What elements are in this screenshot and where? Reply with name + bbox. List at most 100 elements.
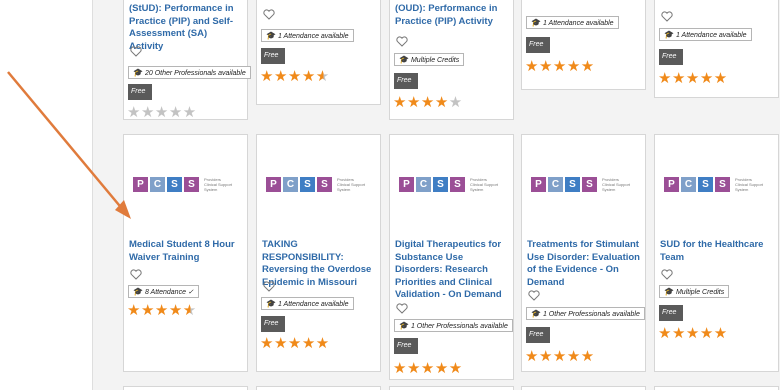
pcss-logo: PCSS Providers Clinical Support System xyxy=(664,175,765,193)
course-title[interactable]: Medical Student 8 Hour Waiver Training xyxy=(129,239,243,264)
credit-tag: 🎓 1 Attendance available xyxy=(261,297,354,310)
logo-letter: C xyxy=(283,176,298,192)
logo-tagline: Providers Clinical Support System xyxy=(602,176,631,192)
course-card[interactable]: PCSS Providers Clinical Support System S… xyxy=(654,134,779,372)
graduation-cap-icon: 🎓 xyxy=(531,18,541,27)
heart-icon[interactable] xyxy=(396,36,408,47)
heart-icon[interactable] xyxy=(263,9,275,20)
star-rating: ★★★★★ xyxy=(525,58,595,75)
free-badge: Free xyxy=(526,37,550,53)
free-badge: Free xyxy=(659,49,683,65)
heart-icon[interactable] xyxy=(661,11,673,22)
credit-tag-label: 1 Attendance available xyxy=(277,33,349,40)
logo-letter: P xyxy=(531,176,546,192)
credit-tag: 🎓 Multiple Credits xyxy=(394,53,465,66)
credit-tag: 🎓 Multiple Credits xyxy=(659,285,730,298)
pcss-logo: PCSS Providers Clinical Support System xyxy=(399,175,500,193)
free-badge: Free xyxy=(394,338,418,354)
free-badge: Free xyxy=(394,73,418,89)
heart-icon[interactable] xyxy=(396,303,408,314)
graduation-cap-icon: 🎓 xyxy=(531,309,541,318)
credit-tag-label: 1 Attendance available xyxy=(277,301,349,308)
pcss-logo: PCSS Providers Clinical Support System xyxy=(133,175,234,193)
course-card[interactable]: PCSS Providers Clinical Support System M… xyxy=(123,134,248,372)
credit-tag-label: 8 Attendance ✓ xyxy=(144,289,194,296)
star-rating: ★★★★★ xyxy=(260,335,330,352)
credit-tag-label: 1 Attendance available xyxy=(675,32,747,39)
free-badge: Free xyxy=(526,327,550,343)
star-rating: ★★★★★ xyxy=(393,360,463,377)
course-card[interactable]: 🎓 1 Attendance available Free ★★★★★ xyxy=(521,0,646,90)
credit-tag: 🎓 20 Other Professionals available xyxy=(128,66,251,79)
credit-tag: 🎓 1 Attendance available xyxy=(659,28,752,41)
course-title[interactable]: Digital Therapeutics for Substance Use D… xyxy=(395,239,509,302)
logo-letter: S xyxy=(317,176,332,192)
heart-icon[interactable] xyxy=(263,281,275,292)
course-card[interactable] xyxy=(389,386,514,390)
logo-letter: S xyxy=(698,176,713,192)
course-card[interactable]: PCSS Providers Clinical Support System T… xyxy=(521,134,646,372)
credit-tag-label: Multiple Credits xyxy=(675,289,725,296)
heart-icon[interactable] xyxy=(528,290,540,301)
course-card[interactable] xyxy=(654,386,779,390)
logo-tagline: Providers Clinical Support System xyxy=(735,176,764,192)
logo-letter: S xyxy=(184,176,199,192)
logo-letter: S xyxy=(715,176,730,192)
credit-tag-label: Multiple Credits xyxy=(410,57,460,64)
logo-tagline: Providers Clinical Support System xyxy=(204,176,233,192)
course-title[interactable]: TAKING RESPONSIBILITY: Reversing the Ove… xyxy=(262,239,376,289)
free-badge: Free xyxy=(659,305,683,321)
star-rating: ★★★★★ xyxy=(393,94,463,111)
graduation-cap-icon: 🎓 xyxy=(266,299,276,308)
course-card[interactable]: 🎓 1 Attendance available Free ★★★★★ xyxy=(654,0,779,98)
logo-letter: P xyxy=(664,176,679,192)
course-card[interactable] xyxy=(256,386,381,390)
course-card[interactable] xyxy=(123,386,248,390)
course-card[interactable]: (StUD): Performance in Practice (PIP) an… xyxy=(123,0,251,120)
annotation-arrow-icon xyxy=(7,71,131,219)
credit-tag-label: 1 Other Professionals available xyxy=(542,311,640,318)
logo-letter: P xyxy=(266,176,281,192)
logo-letter: S xyxy=(582,176,597,192)
course-title[interactable]: (OUD): Performance in Practice (PIP) Act… xyxy=(395,3,509,28)
course-card[interactable]: PCSS Providers Clinical Support System D… xyxy=(389,134,514,380)
course-card[interactable]: PCSS Providers Clinical Support System T… xyxy=(256,134,381,372)
credit-tag: 🎓 8 Attendance ✓ xyxy=(128,285,199,298)
logo-letter: C xyxy=(416,176,431,192)
course-title[interactable]: (StUD): Performance in Practice (PIP) an… xyxy=(129,3,243,53)
free-badge: Free xyxy=(261,316,285,332)
pcss-logo: PCSS Providers Clinical Support System xyxy=(266,175,367,193)
graduation-cap-icon: 🎓 xyxy=(266,31,276,40)
logo-letter: C xyxy=(548,176,563,192)
graduation-cap-icon: 🎓 xyxy=(664,30,674,39)
heart-icon[interactable] xyxy=(130,269,142,280)
credit-tag-label: 1 Attendance available xyxy=(542,20,614,27)
graduation-cap-icon: 🎓 xyxy=(664,287,674,296)
logo-letter: P xyxy=(399,176,414,192)
logo-letter: S xyxy=(433,176,448,192)
logo-tagline: Providers Clinical Support System xyxy=(470,176,499,192)
heart-icon[interactable] xyxy=(661,269,673,280)
star-rating: ★★★★★ xyxy=(658,70,728,87)
graduation-cap-icon: 🎓 xyxy=(133,287,143,296)
logo-letter: S xyxy=(450,176,465,192)
credit-tag: 🎓 1 Attendance available xyxy=(261,29,354,42)
course-card[interactable]: (OUD): Performance in Practice (PIP) Act… xyxy=(389,0,514,120)
course-card[interactable] xyxy=(521,386,646,390)
logo-letter: S xyxy=(300,176,315,192)
star-rating: ★★★★★ xyxy=(127,302,197,319)
logo-letter: S xyxy=(167,176,182,192)
star-rating: ★★★★★ xyxy=(525,348,595,365)
course-title[interactable]: SUD for the Healthcare Team xyxy=(660,239,774,264)
credit-tag: 🎓 1 Other Professionals available xyxy=(526,307,645,320)
course-catalog-viewport: (StUD): Performance in Practice (PIP) an… xyxy=(0,0,780,390)
logo-letter: C xyxy=(150,176,165,192)
logo-letter: C xyxy=(681,176,696,192)
logo-tagline: Providers Clinical Support System xyxy=(337,176,366,192)
free-badge: Free xyxy=(261,48,285,64)
graduation-cap-icon: 🎓 xyxy=(399,321,409,330)
credit-tag-label: 1 Other Professionals available xyxy=(410,323,508,330)
course-card[interactable]: 🎓 1 Attendance available Free ★★★★★ xyxy=(256,0,381,105)
pcss-logo: PCSS Providers Clinical Support System xyxy=(531,175,632,193)
course-title[interactable]: Treatments for Stimulant Use Disorder: E… xyxy=(527,239,641,289)
